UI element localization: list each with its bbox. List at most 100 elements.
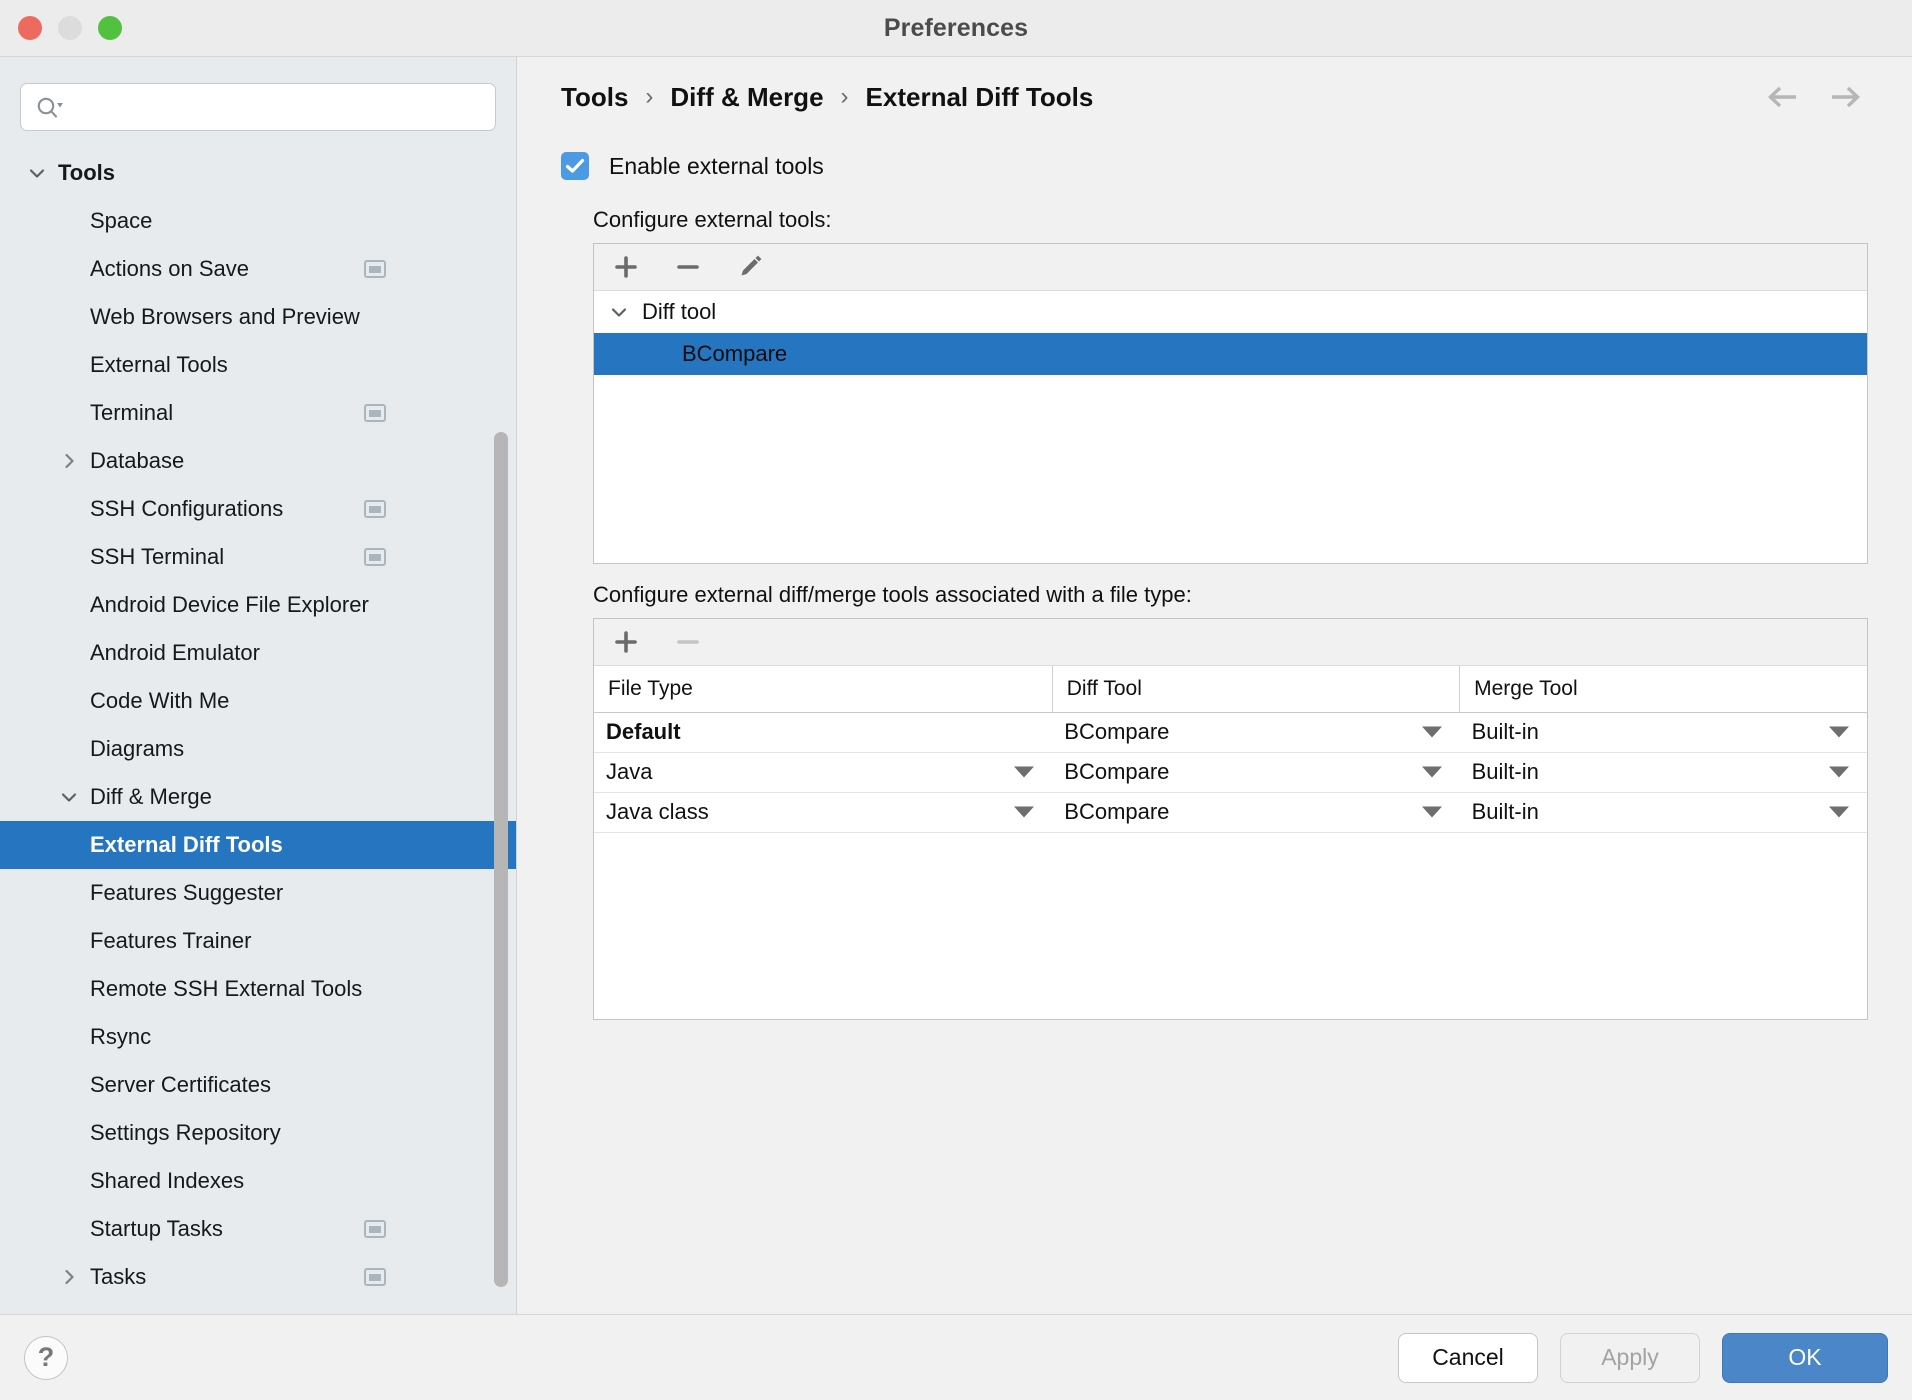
sidebar-item-space[interactable]: Space bbox=[0, 197, 516, 245]
table-row[interactable]: Default BCompare Built-in bbox=[594, 712, 1867, 752]
external-tool-row[interactable]: Diff tool bbox=[594, 291, 1867, 333]
chevron-right-icon[interactable] bbox=[58, 450, 80, 472]
chevron-down-icon[interactable] bbox=[1829, 767, 1849, 778]
sidebar-item-startup-tasks[interactable]: Startup Tasks bbox=[0, 1205, 516, 1253]
project-scope-icon bbox=[364, 404, 386, 422]
add-tool-button[interactable] bbox=[608, 251, 644, 283]
sidebar-item-remote-ssh-external-tools[interactable]: Remote SSH External Tools bbox=[0, 965, 516, 1013]
sidebar-item-tools[interactable]: Tools bbox=[0, 149, 516, 197]
column-header-diff-tool[interactable]: Diff Tool bbox=[1052, 666, 1459, 712]
sidebar-item-label: Features Trainer bbox=[0, 928, 251, 954]
enable-external-tools-checkbox[interactable] bbox=[561, 152, 589, 180]
configure-tools-label: Configure external tools: bbox=[593, 207, 1868, 233]
cell-file-type[interactable]: Java class bbox=[594, 792, 1052, 832]
remove-tool-button[interactable] bbox=[670, 251, 706, 283]
chevron-right-icon[interactable] bbox=[58, 1266, 80, 1288]
cell-diff-tool[interactable]: BCompare bbox=[1052, 752, 1459, 792]
chevron-down-icon[interactable] bbox=[1422, 727, 1442, 738]
sidebar-item-tasks[interactable]: Tasks bbox=[0, 1253, 516, 1301]
sidebar-item-rsync[interactable]: Rsync bbox=[0, 1013, 516, 1061]
enable-external-tools-row[interactable]: Enable external tools bbox=[561, 143, 1868, 189]
cell-file-type[interactable]: Java bbox=[594, 752, 1052, 792]
sidebar-item-diagrams[interactable]: Diagrams bbox=[0, 725, 516, 773]
search-input[interactable] bbox=[71, 84, 461, 130]
sidebar-item-diff-merge[interactable]: Diff & Merge bbox=[0, 773, 516, 821]
project-scope-icon bbox=[364, 1268, 386, 1286]
chevron-down-icon[interactable] bbox=[26, 162, 48, 184]
sidebar-scrollbar[interactable] bbox=[494, 432, 508, 1287]
help-button[interactable]: ? bbox=[24, 1336, 68, 1380]
forward-arrow-icon[interactable] bbox=[1828, 84, 1862, 110]
cell-diff-tool[interactable]: BCompare bbox=[1052, 792, 1459, 832]
close-window-button[interactable] bbox=[18, 16, 42, 40]
sidebar-item-shared-indexes[interactable]: Shared Indexes bbox=[0, 1157, 516, 1205]
external-tool-label: BCompare bbox=[594, 341, 787, 367]
sidebar-item-settings-repository[interactable]: Settings Repository bbox=[0, 1109, 516, 1157]
table-row[interactable]: Java BCompare Built-in bbox=[594, 752, 1867, 792]
add-association-button[interactable] bbox=[608, 626, 644, 658]
back-arrow-icon[interactable] bbox=[1766, 84, 1800, 110]
chevron-down-icon[interactable] bbox=[1014, 767, 1034, 778]
sidebar-item-actions-on-save[interactable]: Actions on Save bbox=[0, 245, 516, 293]
minimize-window-button[interactable] bbox=[58, 16, 82, 40]
chevron-down-icon[interactable] bbox=[608, 301, 630, 323]
cell-merge-tool[interactable]: Built-in bbox=[1460, 792, 1867, 832]
sidebar-item-web-browsers-and-preview[interactable]: Web Browsers and Preview bbox=[0, 293, 516, 341]
diff-tool-value: BCompare bbox=[1064, 759, 1169, 784]
edit-tool-button[interactable] bbox=[732, 251, 768, 283]
chevron-down-icon[interactable] bbox=[1422, 807, 1442, 818]
enable-external-tools-label: Enable external tools bbox=[609, 153, 824, 180]
sidebar-item-external-diff-tools[interactable]: External Diff Tools bbox=[0, 821, 516, 869]
maximize-window-button[interactable] bbox=[98, 16, 122, 40]
chevron-down-icon[interactable] bbox=[58, 786, 80, 808]
sidebar-tree: ToolsSpace Actions on Save Web Browsers an… bbox=[0, 145, 516, 1301]
main-panel: Tools › Diff & Merge › External Diff Too… bbox=[517, 57, 1912, 1314]
chevron-down-icon[interactable] bbox=[1829, 727, 1849, 738]
sidebar-item-code-with-me[interactable]: Code With Me bbox=[0, 677, 516, 725]
sidebar-item-server-certificates[interactable]: Server Certificates bbox=[0, 1061, 516, 1109]
sidebar-item-android-emulator[interactable]: Android Emulator bbox=[0, 629, 516, 677]
sidebar-item-features-suggester[interactable]: Features Suggester bbox=[0, 869, 516, 917]
cell-merge-tool[interactable]: Built-in bbox=[1460, 712, 1867, 752]
sidebar-item-label: Web Browsers and Preview bbox=[0, 304, 360, 330]
window-title: Preferences bbox=[884, 14, 1028, 43]
external-tools-list[interactable]: Diff tool BCompare bbox=[594, 291, 1867, 563]
association-toolbar bbox=[594, 619, 1867, 666]
cell-file-type[interactable]: Default bbox=[594, 712, 1052, 752]
sidebar-item-terminal[interactable]: Terminal bbox=[0, 389, 516, 437]
external-tools-toolbar bbox=[594, 244, 1867, 291]
cancel-button[interactable]: Cancel bbox=[1398, 1333, 1538, 1383]
sidebar-item-label: Shared Indexes bbox=[0, 1168, 244, 1194]
sidebar-item-android-device-file-explorer[interactable]: Android Device File Explorer bbox=[0, 581, 516, 629]
chevron-down-icon[interactable] bbox=[1829, 807, 1849, 818]
sidebar-item-ssh-terminal[interactable]: SSH Terminal bbox=[0, 533, 516, 581]
remove-association-button bbox=[670, 626, 706, 658]
breadcrumb-item-0[interactable]: Tools bbox=[561, 82, 628, 113]
traffic-lights bbox=[18, 16, 122, 40]
external-tool-row[interactable]: BCompare bbox=[594, 333, 1867, 375]
breadcrumb-item-1[interactable]: Diff & Merge bbox=[670, 82, 823, 113]
cell-diff-tool[interactable]: BCompare bbox=[1052, 712, 1459, 752]
column-header-file-type[interactable]: File Type bbox=[594, 666, 1052, 712]
assoc-label: Configure external diff/merge tools asso… bbox=[593, 582, 1868, 608]
sidebar-item-features-trainer[interactable]: Features Trainer bbox=[0, 917, 516, 965]
sidebar-item-label: Terminal bbox=[0, 400, 173, 426]
sidebar-item-ssh-configurations[interactable]: SSH Configurations bbox=[0, 485, 516, 533]
ok-button[interactable]: OK bbox=[1722, 1333, 1888, 1383]
search-box[interactable] bbox=[20, 83, 496, 131]
chevron-down-icon[interactable] bbox=[1422, 767, 1442, 778]
sidebar-item-database[interactable]: Database bbox=[0, 437, 516, 485]
breadcrumb-separator: › bbox=[841, 85, 849, 109]
cell-merge-tool[interactable]: Built-in bbox=[1460, 752, 1867, 792]
table-row[interactable]: Java classBCompareBuilt-in bbox=[594, 792, 1867, 832]
sidebar-item-label: Database bbox=[0, 448, 184, 474]
sidebar-item-label: Features Suggester bbox=[0, 880, 283, 906]
apply-button: Apply bbox=[1560, 1333, 1700, 1383]
sidebar-item-label: Actions on Save bbox=[0, 256, 249, 282]
chevron-down-icon[interactable] bbox=[1014, 807, 1034, 818]
sidebar-item-label: Diagrams bbox=[0, 736, 184, 762]
diff-tool-value: BCompare bbox=[1064, 719, 1169, 744]
column-header-merge-tool[interactable]: Merge Tool bbox=[1460, 666, 1867, 712]
sidebar-item-external-tools[interactable]: External Tools bbox=[0, 341, 516, 389]
sidebar-item-label: SSH Configurations bbox=[0, 496, 283, 522]
